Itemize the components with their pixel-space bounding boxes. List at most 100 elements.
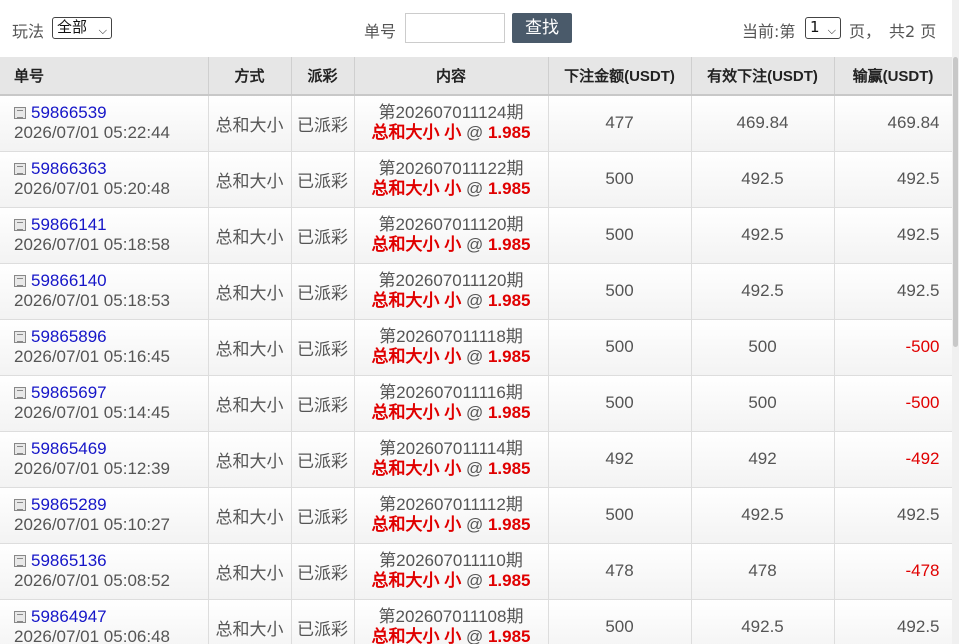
order-number-link[interactable]: 59865896 (31, 327, 107, 346)
scrollbar-thumb[interactable] (953, 57, 958, 347)
issue-number: 第202607011122期 (378, 159, 524, 178)
odds-at: @ (465, 179, 484, 198)
order-number-link[interactable]: 59864947 (31, 607, 107, 626)
bet-selection: 总和大小 小 (371, 123, 462, 143)
bet-content: 第202607011124期 总和大小 小 @ 1.985 (354, 95, 549, 152)
bet-method: 总和大小 (208, 487, 292, 544)
effective-bet: 500 (691, 319, 835, 376)
bet-amount: 478 (548, 543, 692, 600)
chevron-down-icon: ⌵ (98, 24, 107, 37)
order-number-link[interactable]: 59866141 (31, 215, 107, 234)
bet-method: 总和大小 (208, 599, 292, 644)
effective-bet: 492 (691, 431, 835, 488)
order-number-link[interactable]: 59866539 (31, 103, 107, 122)
order-time: 2026/07/01 05:16:45 (14, 347, 170, 366)
payout-status: 已派彩 (291, 487, 355, 544)
win-loss: -500 (834, 375, 953, 432)
vertical-scrollbar[interactable] (952, 0, 959, 644)
order-time: 2026/07/01 05:08:52 (14, 571, 170, 590)
bet-amount: 500 (548, 319, 692, 376)
document-icon (14, 219, 26, 231)
payout-status: 已派彩 (291, 263, 355, 320)
win-loss: -500 (834, 319, 953, 376)
order-time: 2026/07/01 05:18:58 (14, 235, 170, 254)
odds-value: 1.985 (487, 515, 531, 534)
play-type-value: 全部 (57, 18, 88, 36)
order-number-link[interactable]: 59866140 (31, 271, 107, 290)
effective-bet: 492.5 (691, 487, 835, 544)
odds-at: @ (465, 235, 484, 254)
bet-records-table: 单号 方式 派彩 内容 下注金额(USDT) 有效下注(USDT) 输赢(USD… (0, 57, 953, 644)
payout-status: 已派彩 (291, 431, 355, 488)
issue-number: 第202607011120期 (378, 215, 524, 234)
document-icon (14, 331, 26, 343)
win-loss: -492 (834, 431, 953, 488)
effective-bet: 469.84 (691, 95, 835, 152)
search-button[interactable]: 查找 (512, 13, 572, 43)
bet-selection: 总和大小 小 (371, 403, 462, 422)
document-icon (14, 611, 26, 623)
odds-at: @ (465, 403, 484, 422)
column-header-content: 内容 (354, 57, 549, 96)
order-cell: 59865697 2026/07/01 05:14:45 (0, 375, 209, 432)
order-time: 2026/07/01 05:20:48 (14, 179, 170, 198)
order-number-link[interactable]: 59865469 (31, 439, 107, 458)
payout-status: 已派彩 (291, 151, 355, 208)
effective-bet: 492.5 (691, 151, 835, 208)
order-no-input[interactable] (405, 13, 505, 43)
document-icon (14, 163, 26, 175)
page-select[interactable]: 1 ⌵ (805, 17, 841, 39)
bet-content: 第202607011122期 总和大小 小 @ 1.985 (354, 151, 549, 208)
table-row: 59865469 2026/07/01 05:12:39 总和大小 已派彩 第20260… (0, 431, 953, 488)
bet-method: 总和大小 (208, 263, 292, 320)
bet-amount: 500 (548, 375, 692, 432)
odds-value: 1.985 (487, 179, 531, 198)
order-cell: 59865136 2026/07/01 05:08:52 (0, 543, 209, 600)
win-loss: 492.5 (834, 487, 953, 544)
odds-at: @ (465, 291, 484, 310)
payout-status: 已派彩 (291, 599, 355, 644)
order-time: 2026/07/01 05:14:45 (14, 403, 170, 422)
order-time: 2026/07/01 05:22:44 (14, 123, 170, 143)
win-loss: 469.84 (834, 95, 953, 152)
order-time: 2026/07/01 05:06:48 (14, 627, 170, 644)
order-time: 2026/07/01 05:12:39 (14, 459, 170, 478)
column-header-payout: 派彩 (291, 57, 355, 96)
table-row: 59865136 2026/07/01 05:08:52 总和大小 已派彩 第20260… (0, 543, 953, 600)
current-page-label: 当前:第 (742, 22, 796, 41)
table-body: 59866539 2026/07/01 05:22:44 总和大小 已派彩 第20260… (0, 95, 953, 644)
order-number-link[interactable]: 59865289 (31, 495, 107, 514)
bet-amount: 500 (548, 151, 692, 208)
bet-method: 总和大小 (208, 375, 292, 432)
play-type-select[interactable]: 全部 ⌵ (52, 17, 112, 39)
order-number-link[interactable]: 59865136 (31, 551, 107, 570)
order-time: 2026/07/01 05:18:53 (14, 291, 170, 310)
payout-status: 已派彩 (291, 207, 355, 264)
odds-at: @ (465, 347, 484, 366)
effective-bet: 492.5 (691, 207, 835, 264)
table-row: 59866539 2026/07/01 05:22:44 总和大小 已派彩 第20260… (0, 95, 953, 152)
table-row: 59865697 2026/07/01 05:14:45 总和大小 已派彩 第20260… (0, 375, 953, 432)
bet-selection: 总和大小 小 (371, 235, 462, 254)
order-cell: 59864947 2026/07/01 05:06:48 (0, 599, 209, 644)
payout-status: 已派彩 (291, 95, 355, 152)
bet-amount: 500 (548, 207, 692, 264)
column-header-win-loss: 输赢(USDT) (834, 57, 953, 96)
bet-selection: 总和大小 小 (371, 571, 462, 590)
table-header-row: 单号 方式 派彩 内容 下注金额(USDT) 有效下注(USDT) 输赢(USD… (0, 57, 953, 96)
order-number-link[interactable]: 59866363 (31, 159, 107, 178)
win-loss: 492.5 (834, 599, 953, 644)
order-number-link[interactable]: 59865697 (31, 383, 107, 402)
bet-selection: 总和大小 小 (371, 627, 462, 644)
bet-selection: 总和大小 小 (371, 291, 462, 310)
bet-amount: 500 (548, 263, 692, 320)
bet-method: 总和大小 (208, 95, 292, 152)
document-icon (14, 555, 26, 567)
bet-method: 总和大小 (208, 151, 292, 208)
table-row: 59864947 2026/07/01 05:06:48 总和大小 已派彩 第20260… (0, 599, 953, 644)
table-row: 59865896 2026/07/01 05:16:45 总和大小 已派彩 第20260… (0, 319, 953, 376)
bet-selection: 总和大小 小 (371, 179, 462, 198)
document-icon (14, 499, 26, 511)
order-cell: 59866363 2026/07/01 05:20:48 (0, 151, 209, 208)
odds-value: 1.985 (487, 403, 531, 422)
